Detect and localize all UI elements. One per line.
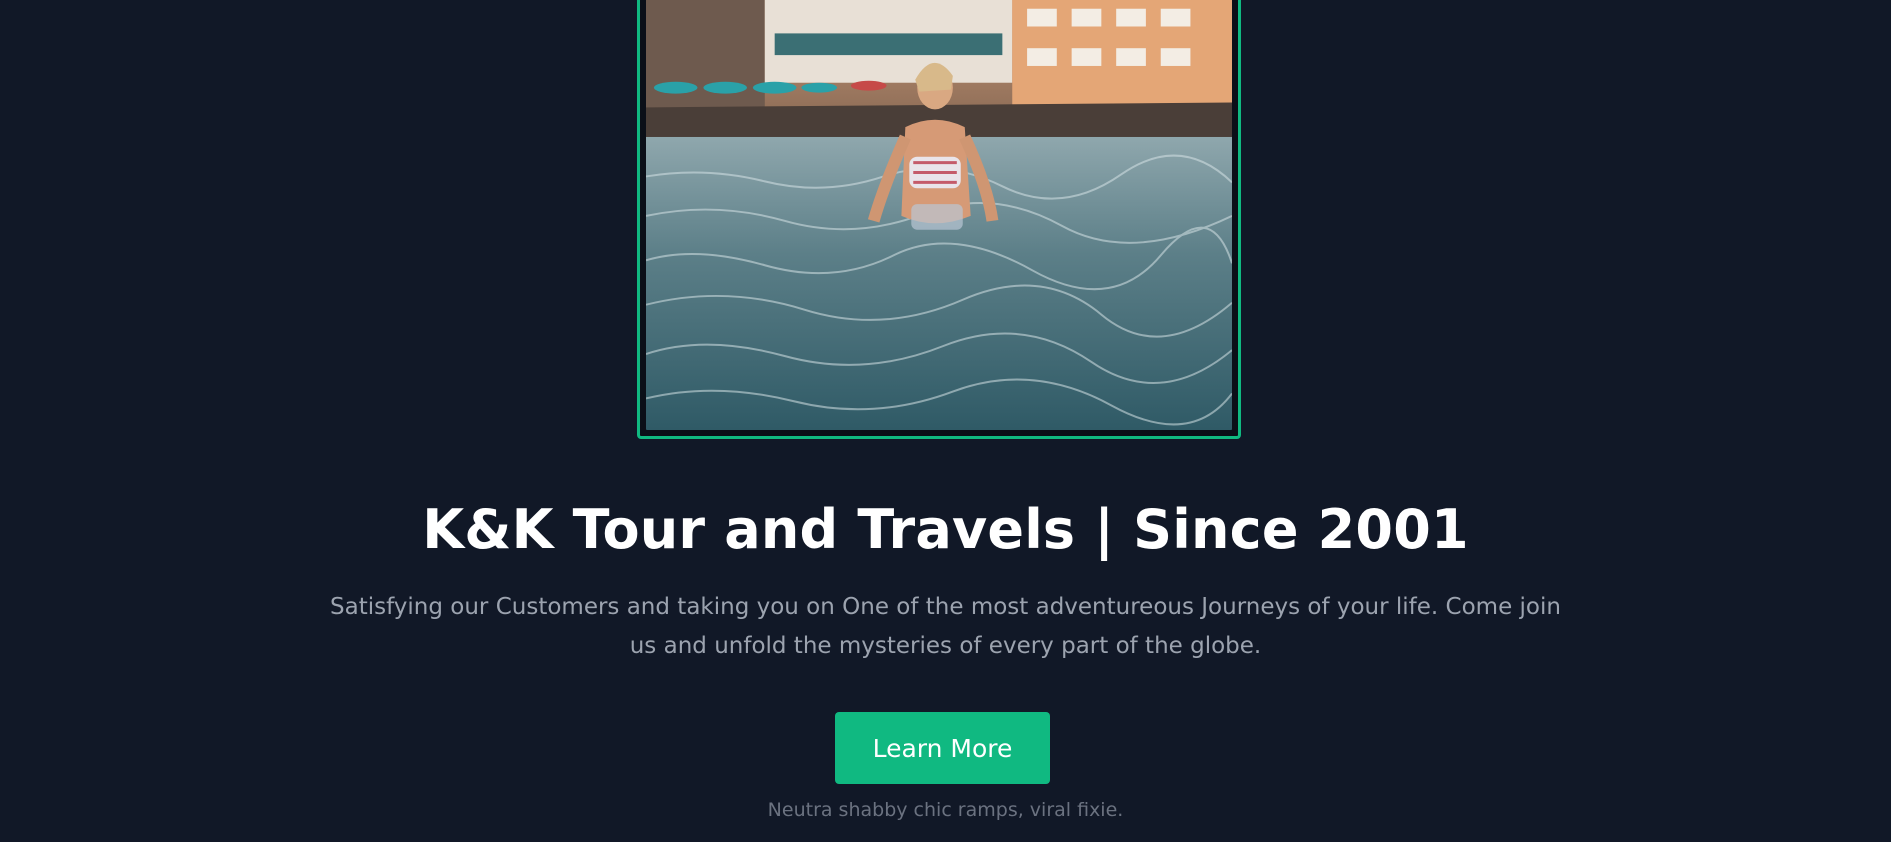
- hero-description: Satisfying our Customers and taking you …: [330, 594, 1561, 659]
- hero-image-frame: [637, 0, 1241, 439]
- hero-tagline: Neutra shabby chic ramps, viral fixie.: [767, 799, 1124, 821]
- page-title: K&K Tour and Travels | Since 2001: [422, 498, 1469, 561]
- learn-more-button[interactable]: Learn More: [835, 712, 1050, 784]
- hero-image: [646, 0, 1232, 430]
- beach-photo: [646, 0, 1232, 430]
